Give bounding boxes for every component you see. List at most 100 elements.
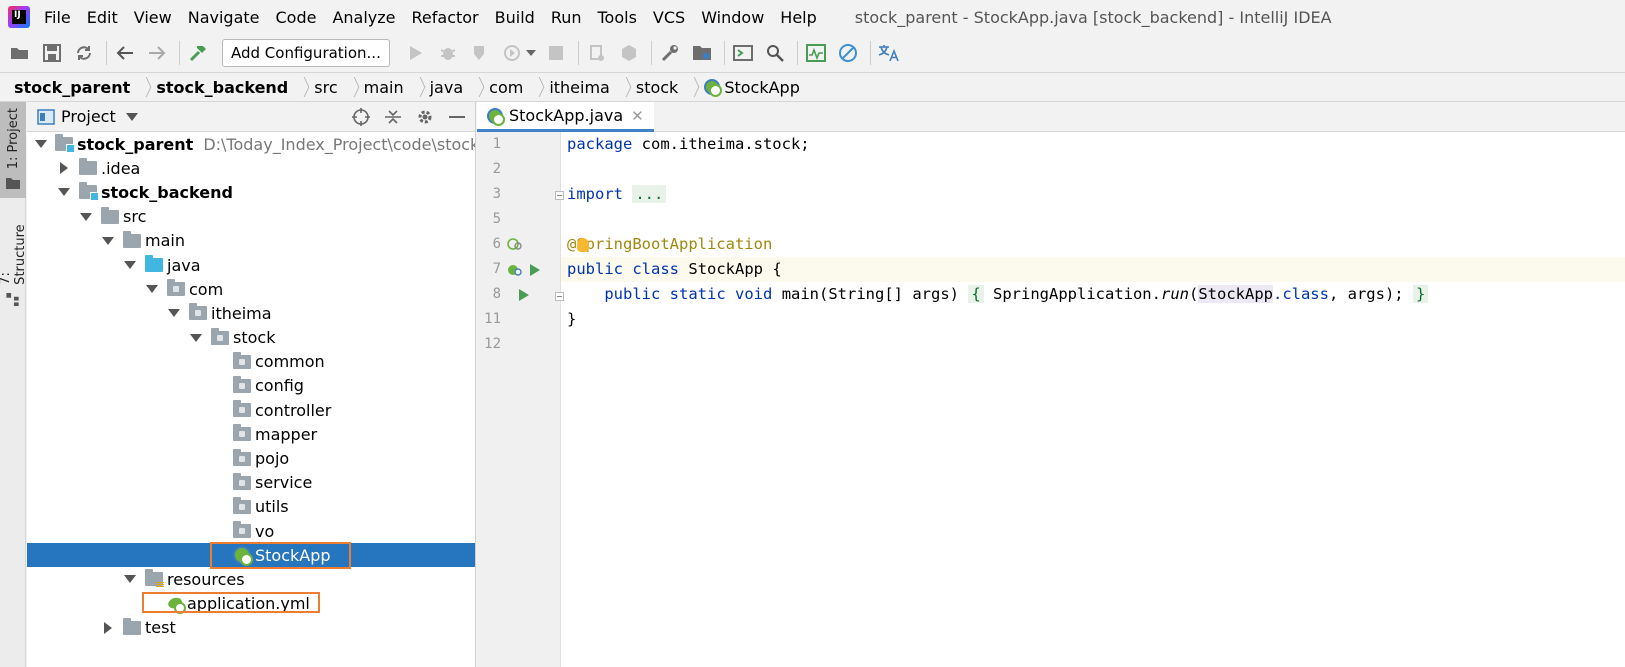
expand-arrow-icon[interactable] [101,234,115,248]
editor-tab-stockapp[interactable]: StockApp.java ✕ [477,102,654,132]
tree-node-stock-backend[interactable]: stock_backend [27,180,475,204]
tree-node-main[interactable]: main [27,229,475,253]
coverage-icon[interactable] [468,41,492,65]
sync-icon[interactable] [72,41,96,65]
project-panel-header: Project [27,102,475,132]
terminal-icon[interactable] [731,41,755,65]
activity-monitor-icon[interactable] [804,41,828,65]
menu-navigate[interactable]: Navigate [188,8,260,27]
menu-tools[interactable]: Tools [598,8,637,27]
add-configuration-button[interactable]: Add Configuration... [222,39,390,67]
package-folder-icon [167,279,185,297]
tree-node-itheima[interactable]: itheima [27,301,475,325]
line-number: 8 [492,286,501,302]
save-icon[interactable] [40,41,64,65]
expand-arrow-icon[interactable] [35,137,47,151]
build-hammer-icon[interactable] [186,41,210,65]
menu-vcs[interactable]: VCS [653,8,685,27]
collapse-arrow-icon[interactable] [101,621,115,635]
build-artifacts-icon[interactable] [617,41,641,65]
tree-node-mapper[interactable]: mapper [27,422,475,446]
tree-node-utils[interactable]: utils [27,495,475,519]
menu-edit[interactable]: Edit [87,8,118,27]
spring-bean-gutter-icon[interactable] [507,237,523,251]
tree-node-com[interactable]: com [27,277,475,301]
breadcrumb-item[interactable]: java [430,78,464,97]
folded-imports[interactable]: ... [632,185,667,203]
tree-node-service[interactable]: service [27,471,475,495]
breadcrumb-item[interactable]: stock [636,78,678,97]
line-number: 1 [492,136,501,152]
expand-arrow-icon[interactable] [145,282,159,296]
breadcrumb-item[interactable]: stock_backend [156,78,288,97]
breadcrumb-item[interactable]: itheima [549,78,610,97]
tree-node-src[interactable]: src [27,205,475,229]
menu-run[interactable]: Run [551,8,582,27]
locate-target-icon[interactable] [351,107,371,127]
tree-node-label: .idea [101,158,141,178]
hide-panel-icon[interactable] [447,107,467,127]
translate-icon[interactable] [877,41,901,65]
collapse-all-icon[interactable] [383,107,403,127]
project-tool-tab[interactable]: 1: Project [0,102,26,198]
breadcrumb-item[interactable]: src [314,78,337,97]
code-area[interactable]: package com.itheima.stock; import ... @S… [561,132,1625,667]
breadcrumb-item[interactable]: StockApp [724,78,800,97]
breadcrumb-item[interactable]: stock_parent [14,78,130,97]
structure-tool-tab[interactable]: 7: Structure [0,206,28,306]
power-save-icon[interactable] [836,41,860,65]
tree-node-stock[interactable]: stock [27,326,475,350]
tree-node-pojo[interactable]: pojo [27,446,475,470]
menu-build[interactable]: Build [495,8,535,27]
expand-arrow-icon[interactable] [57,185,71,199]
expand-arrow-icon[interactable] [123,258,137,272]
expand-arrow-icon[interactable] [79,210,93,224]
gear-icon[interactable] [415,107,435,127]
tree-node-common[interactable]: common [27,350,475,374]
run-gutter-icon[interactable] [530,264,540,276]
menu-code[interactable]: Code [276,8,317,27]
folded-brace[interactable]: { [968,285,984,303]
menu-view[interactable]: View [134,8,172,27]
tree-node-idea[interactable]: .idea [27,156,475,180]
lightbulb-icon[interactable] [577,238,589,252]
expand-arrow-icon[interactable] [167,306,181,320]
tree-node-stock-parent[interactable]: stock_parent D:\Today_Index_Project\code\… [27,132,475,156]
run-gutter-icon[interactable] [519,289,529,301]
chevron-down-icon[interactable] [125,112,138,121]
back-arrow-icon[interactable] [113,41,137,65]
stop-icon[interactable] [544,41,568,65]
tree-node-config[interactable]: config [27,374,475,398]
tree-node-vo[interactable]: vo [27,519,475,543]
settings-wrench-icon[interactable] [658,41,682,65]
profile-icon[interactable] [500,41,524,65]
tree-node-controller[interactable]: controller [27,398,475,422]
menu-analyze[interactable]: Analyze [332,8,395,27]
search-icon[interactable] [763,41,787,65]
expand-arrow-icon[interactable] [189,331,203,345]
debug-icon[interactable] [436,41,460,65]
menu-file[interactable]: File [44,8,71,27]
run-icon[interactable] [404,41,428,65]
panel-title[interactable]: Project [61,107,116,126]
package-folder-icon [189,303,207,321]
breadcrumb-item[interactable]: com [489,78,523,97]
menu-help[interactable]: Help [780,8,816,27]
expand-arrow-icon[interactable] [123,572,137,586]
attach-debugger-icon[interactable] [585,41,609,65]
project-structure-icon[interactable] [690,41,714,65]
collapse-arrow-icon[interactable] [57,161,71,175]
folded-brace[interactable]: } [1412,285,1429,303]
spring-bean-gutter-icon[interactable] [507,263,523,277]
tree-node-test[interactable]: test [27,616,475,640]
tree-node-resources[interactable]: resources [27,567,475,591]
breadcrumb-item[interactable]: main [364,78,404,97]
tree-node-java[interactable]: java [27,253,475,277]
close-icon[interactable]: ✕ [631,107,644,125]
menu-window[interactable]: Window [701,8,764,27]
project-tool-window: Project stock_parent D:\Today_Index_Proje… [27,102,476,667]
forward-arrow-icon[interactable] [145,41,169,65]
open-folder-icon[interactable] [8,41,32,65]
chevron-down-icon[interactable] [525,41,536,65]
menu-refactor[interactable]: Refactor [412,8,479,27]
